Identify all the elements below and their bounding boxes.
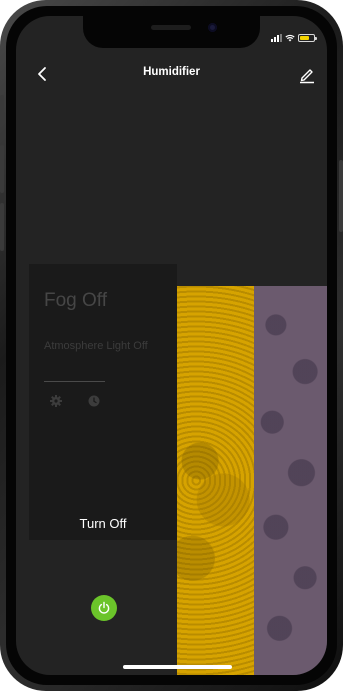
- status-bar: [271, 34, 317, 42]
- volume-up-button: [0, 145, 4, 193]
- earpiece-speaker: [151, 25, 191, 30]
- mute-switch: [0, 95, 4, 119]
- app-screen: Humidifier Fog Off Atmosphere Light Off: [16, 16, 327, 675]
- turn-off-button[interactable]: Turn Off: [29, 516, 177, 531]
- front-camera: [208, 23, 217, 32]
- power-button[interactable]: [91, 595, 117, 621]
- battery-charging-icon: [298, 34, 317, 42]
- texture-image: [254, 286, 327, 675]
- device-control-panel: Fog Off Atmosphere Light Off Turn Off: [29, 264, 177, 540]
- page-title: Humidifier: [143, 66, 200, 78]
- fog-status: Fog Off: [44, 290, 108, 311]
- notch: [83, 16, 260, 48]
- pencil-icon[interactable]: [297, 64, 317, 84]
- divider: [44, 381, 105, 382]
- wifi-icon: [285, 34, 295, 42]
- power-icon: [98, 601, 110, 614]
- phone-frame: Humidifier Fog Off Atmosphere Light Off: [0, 0, 343, 691]
- gear-icon[interactable]: [49, 394, 63, 408]
- preview-images: [177, 286, 327, 675]
- cellular-signal-icon: [271, 34, 282, 42]
- side-button: [339, 160, 343, 232]
- home-indicator[interactable]: [123, 665, 232, 669]
- battery-level: [300, 36, 309, 40]
- clock-icon[interactable]: [87, 394, 101, 408]
- flower-image: [177, 286, 254, 675]
- atmosphere-light-status: Atmosphere Light Off: [44, 340, 148, 352]
- app-header: Humidifier: [16, 62, 327, 86]
- volume-down-button: [0, 203, 4, 251]
